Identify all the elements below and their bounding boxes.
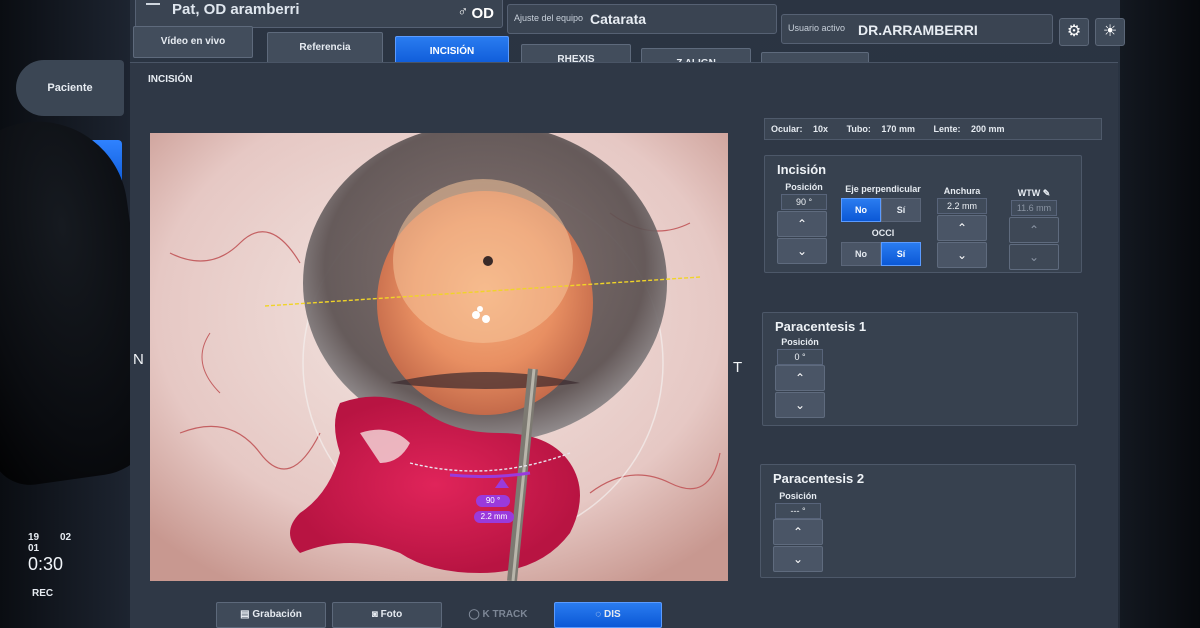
nasal-marker: N [133,351,144,368]
ocular-value: 10x [813,124,829,134]
incision-position-down-button[interactable]: ⌄ [777,238,827,264]
occi-label: OCCI [871,228,895,238]
tubo-label: Tubo: [846,124,871,134]
overlay-width-label: 2.2 mm [474,511,514,523]
wtw-up-button[interactable]: ⌃ [1009,217,1059,243]
incision-position-up-button[interactable]: ⌃ [777,211,827,237]
optics-info-bar: Ocular: 10x Tubo: 170 mm Lente: 200 mm [764,118,1102,140]
occi-no-button[interactable]: No [841,242,881,266]
menu-icon[interactable] [146,3,160,5]
paracentesis-2-up-button[interactable]: ⌃ [773,519,823,545]
wtw-value: 11.6 mm [1011,200,1057,216]
paracentesis-1-section: Paracentesis 1 Posición 0 ° ⌃ ⌄ [762,312,1078,426]
paciente-button[interactable]: Paciente [16,60,124,116]
timer-label: 01 [28,543,40,554]
k-track-label: K TRACK [482,609,528,620]
radio-icon: ◯ [468,609,480,620]
grabacion-button[interactable]: ▤ Grabación [216,602,326,628]
overlay-angle-label: 90 ° [476,495,510,507]
eje-si-button[interactable]: Sí [881,198,921,222]
anchura-down-button[interactable]: ⌄ [937,242,987,268]
occi-si-button[interactable]: Sí [881,242,921,266]
grabacion-label: Grabación [252,609,302,620]
wtw-down-button[interactable]: ⌄ [1009,244,1059,270]
lente-label: Lente: [933,124,961,134]
ocular-label: Ocular: [771,124,803,134]
camera-icon: ◙ [371,609,378,620]
paracentesis-1-title: Paracentesis 1 [775,319,867,334]
timer-labels: 19 02 01 [28,532,123,554]
panel-title: INCISIÓN [148,74,193,85]
paracentesis-2-position-label: Posición [779,491,817,501]
lente-value: 200 mm [970,124,1005,134]
paracentesis-1-up-button[interactable]: ⌃ [775,365,825,391]
temporal-marker: T [733,359,743,376]
paracentesis-1-position-value: 0 ° [777,349,823,365]
foto-button[interactable]: ◙ Foto [332,602,442,628]
tubo-value: 170 mm [881,124,915,134]
incision-position-label: Posición [785,182,823,192]
paracentesis-1-down-button[interactable]: ⌄ [775,392,825,418]
rec-label[interactable]: REC [32,588,53,599]
paracentesis-2-position-value: --- ° [775,503,821,519]
dis-label: DIS [604,609,621,620]
patient-name: Pat, OD aramberri [172,1,300,18]
live-video-feed[interactable]: 90 ° 2.2 mm [150,133,728,581]
right-bezel [1120,0,1200,628]
paracentesis-1-position-label: Posición [781,337,819,347]
pencil-icon[interactable]: ✎ [1043,188,1051,198]
eje-no-button[interactable]: No [841,198,881,222]
eje-perpendicular-label: Eje perpendicular [845,184,921,194]
male-icon: ♂ [457,3,469,19]
incision-title: Incisión [777,162,827,177]
foto-label: Foto [380,609,403,620]
incision-position-value: 90 ° [781,194,827,210]
gear-icon[interactable]: ⚙ [1059,18,1089,46]
eye-label: OD [471,5,495,22]
anchura-value: 2.2 mm [937,198,987,214]
timer-label: 02 [60,532,72,543]
incision-section: Incisión Posición 90 ° ⌃ ⌄ Eje perpendic… [764,155,1082,273]
wtw-label: WTW ✎ [1009,188,1059,199]
timer-label: 19 [28,532,40,543]
film-icon: ▤ [240,609,250,620]
tab-video-en-vivo[interactable]: Vídeo en vivo [133,26,253,58]
tab-referencia[interactable]: Referencia [267,32,383,64]
dis-icon: ◌ [595,609,602,620]
timer-value: 0:30 [28,554,64,574]
anchura-up-button[interactable]: ⌃ [937,215,987,241]
paracentesis-2-section: Paracentesis 2 Posición --- ° ⌃ ⌄ [760,464,1076,578]
anchura-label: Anchura [943,186,981,196]
wtw-label-text: WTW [1017,188,1041,198]
paracentesis-2-down-button[interactable]: ⌄ [773,546,823,572]
k-track-button[interactable]: ◯ K TRACK [448,602,548,628]
paracentesis-2-title: Paracentesis 2 [773,471,865,486]
dis-button[interactable]: ◌ DIS [554,602,662,628]
eye-image [150,133,728,581]
sun-icon[interactable]: ☀ [1095,18,1125,46]
